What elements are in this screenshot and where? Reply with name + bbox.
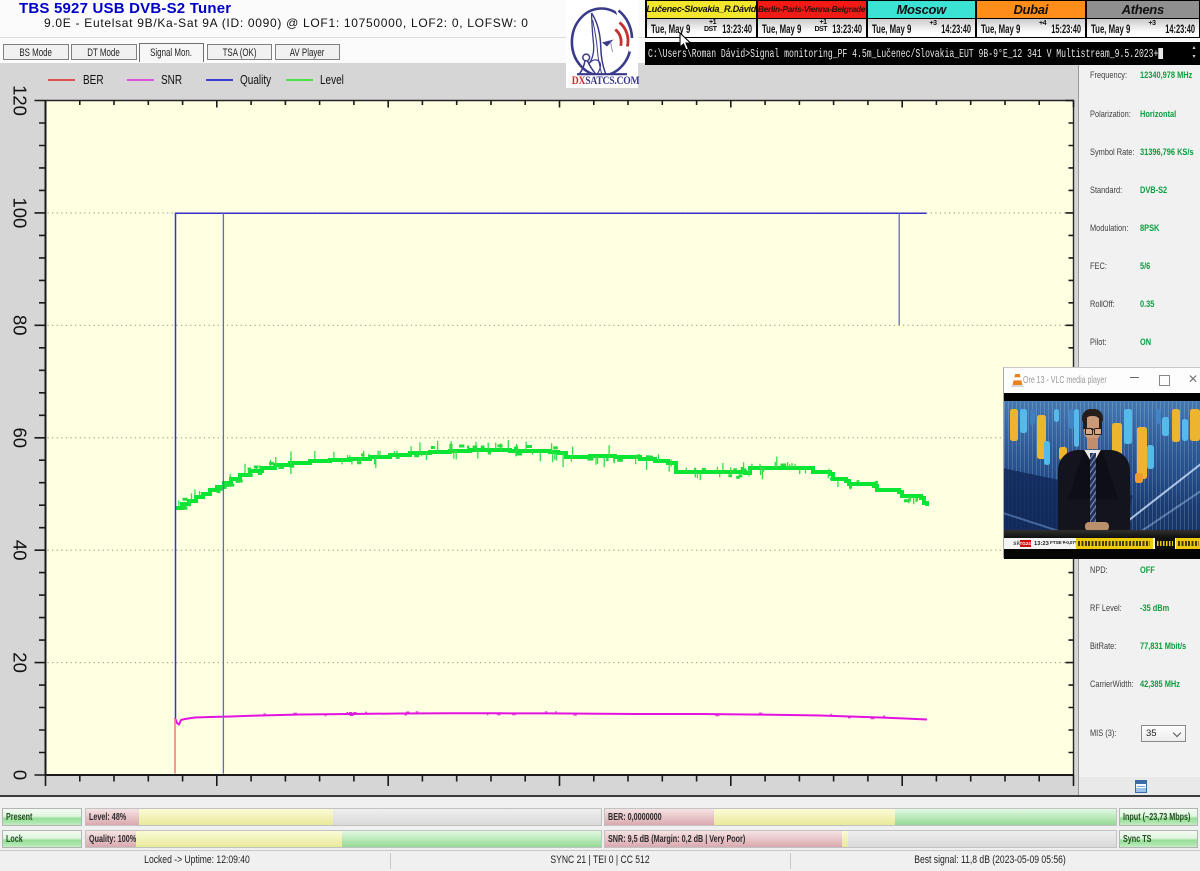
svg-text:20: 20: [10, 652, 31, 673]
svg-text:0: 0: [10, 770, 31, 780]
svg-text:100: 100: [10, 197, 31, 228]
svg-text:40: 40: [10, 540, 31, 561]
svg-text:80: 80: [10, 315, 31, 336]
svg-text:120: 120: [10, 85, 31, 116]
svg-text:60: 60: [10, 428, 31, 449]
